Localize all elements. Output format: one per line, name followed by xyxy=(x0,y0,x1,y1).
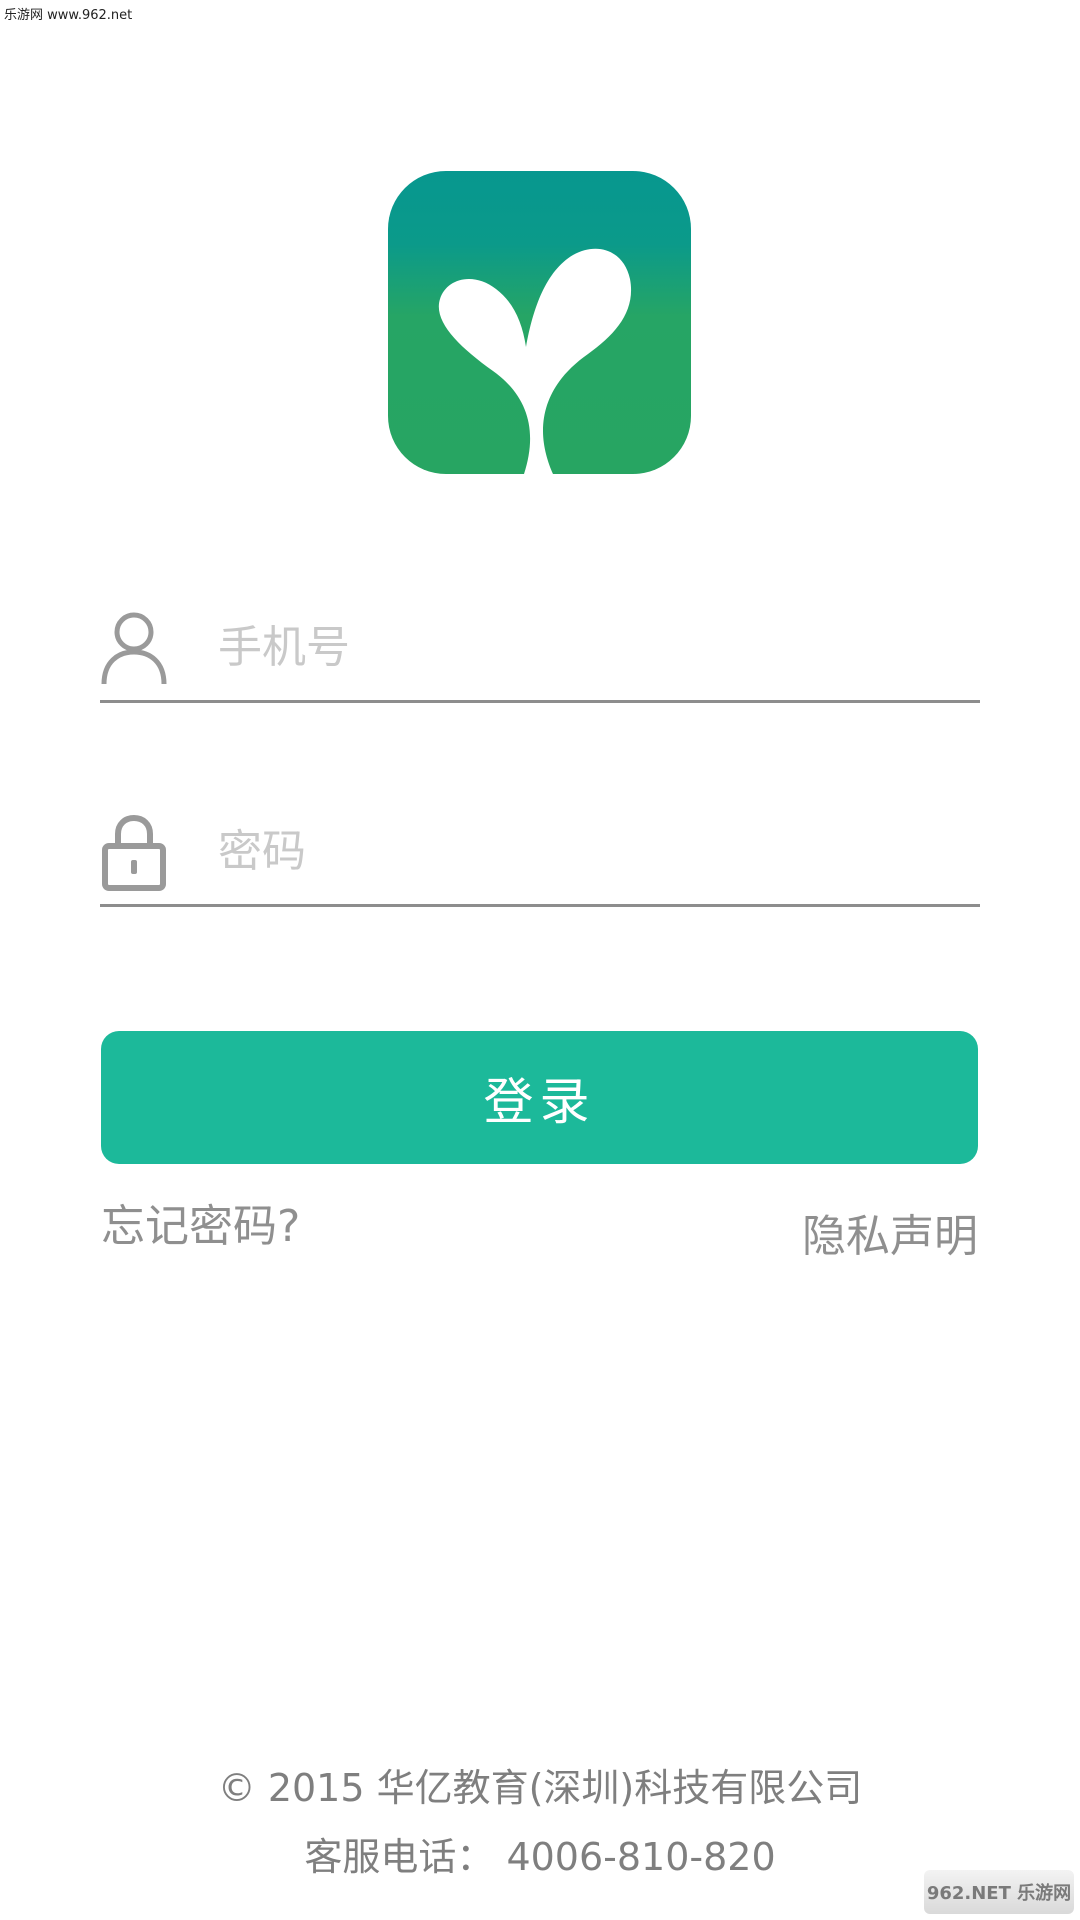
footer-copyright: © 2015 华亿教育(深圳)科技有限公司 xyxy=(217,1766,863,1810)
phone-input[interactable] xyxy=(218,614,958,680)
password-field-row xyxy=(100,804,980,907)
watermark-top: 乐游网 www.962.net xyxy=(4,8,133,23)
user-icon xyxy=(101,612,167,685)
phone-field-row xyxy=(100,600,980,703)
privacy-link[interactable]: 隐私声明 xyxy=(802,1200,978,1264)
login-button[interactable]: 登录 xyxy=(101,1031,978,1164)
footer-service-phone: 客服电话： 4006-810-820 xyxy=(304,1835,776,1879)
lock-icon xyxy=(102,814,166,891)
password-input[interactable] xyxy=(218,818,958,884)
app-logo xyxy=(388,171,691,474)
sprout-logo-icon xyxy=(438,248,632,474)
forgot-password-link[interactable]: 忘记密码? xyxy=(101,1190,300,1254)
watermark-bottom: 962.NET 乐游网 xyxy=(924,1870,1074,1914)
